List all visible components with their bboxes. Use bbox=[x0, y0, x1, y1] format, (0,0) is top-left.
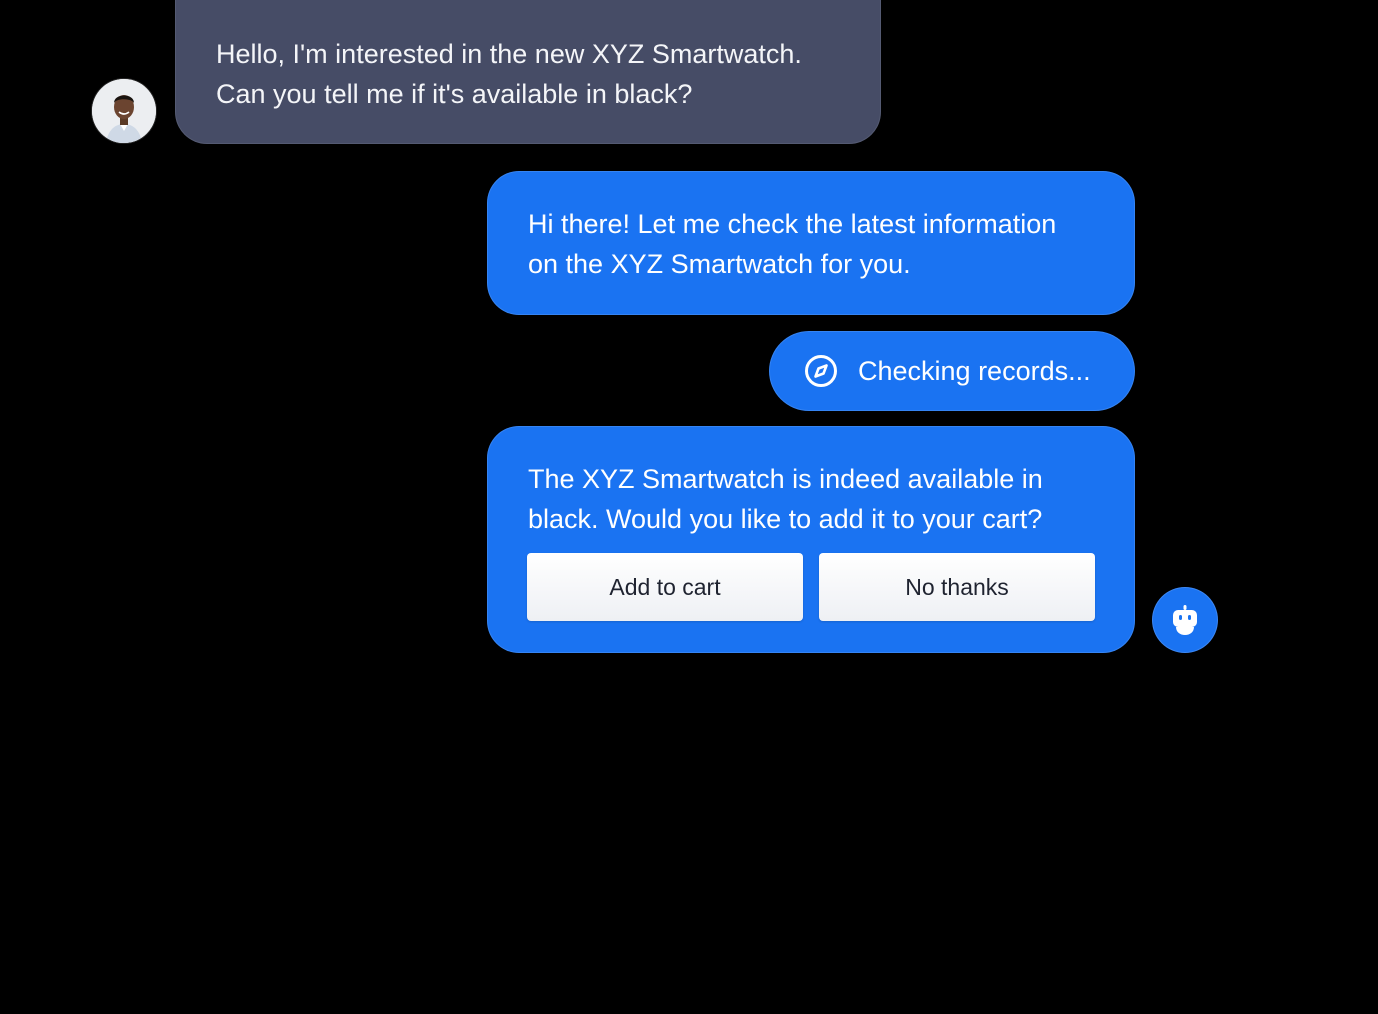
user-avatar-photo bbox=[92, 79, 156, 143]
user-message-line: Hello, I'm interested in the new XYZ Sma… bbox=[216, 39, 802, 69]
bot-message-line: Hi there! Let me check the latest inform… bbox=[528, 209, 1057, 239]
user-message-line: Can you tell me if it's available in bla… bbox=[216, 79, 693, 109]
user-avatar bbox=[92, 79, 156, 143]
status-label: Checking records... bbox=[858, 355, 1091, 386]
bot-message-line: on the XYZ Smartwatch for you. bbox=[528, 249, 911, 279]
compass-icon bbox=[804, 354, 838, 388]
user-message-bubble: Hello, I'm interested in the new XYZ Sma… bbox=[175, 0, 881, 144]
bot-message-line: black. Would you like to add it to your … bbox=[528, 504, 1043, 534]
no-thanks-button[interactable]: No thanks bbox=[819, 553, 1095, 621]
bot-message-bubble: Hi there! Let me check the latest inform… bbox=[487, 171, 1135, 315]
bot-avatar bbox=[1152, 587, 1218, 653]
status-indicator: Checking records... bbox=[769, 331, 1135, 411]
bot-message-line: The XYZ Smartwatch is indeed available i… bbox=[528, 464, 1043, 494]
add-to-cart-button[interactable]: Add to cart bbox=[527, 553, 803, 621]
chat-conversation: Hello, I'm interested in the new XYZ Sma… bbox=[0, 0, 1378, 1014]
quick-reply-actions: Add to cart No thanks bbox=[527, 553, 1095, 621]
bot-message-bubble: The XYZ Smartwatch is indeed available i… bbox=[487, 426, 1135, 653]
robot-icon bbox=[1173, 605, 1197, 635]
